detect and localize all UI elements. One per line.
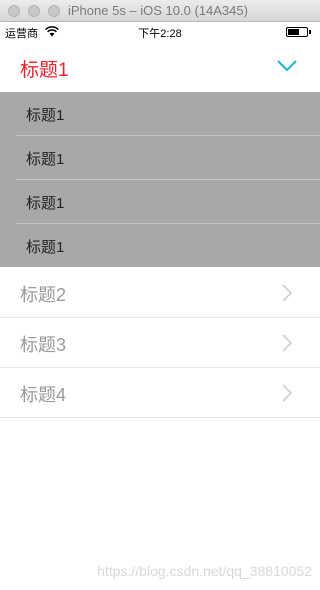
battery-icon [286,27,311,37]
zoom-window-button[interactable] [48,5,60,17]
divider [0,417,320,418]
close-window-button[interactable] [8,5,20,17]
watermark: https://blog.csdn.net/qq_38810052 [97,563,312,579]
section-row[interactable]: 标题4 [0,368,320,418]
minimize-window-button[interactable] [28,5,40,17]
chevron-right-icon [282,334,292,352]
section-row[interactable]: 标题3 [0,318,320,368]
section-header-expanded[interactable]: 标题1 [0,42,320,92]
submenu-item[interactable]: 标题1 [16,136,320,180]
submenu-item-label: 标题1 [26,107,65,124]
simulator-titlebar: iPhone 5s – iOS 10.0 (14A345) [0,0,320,22]
chevron-right-icon [282,284,292,302]
section-row-label: 标题3 [20,335,67,355]
submenu-item-label: 标题1 [26,239,65,256]
submenu-list: 标题1 标题1 标题1 标题1 [0,92,320,267]
status-time: 下午2:28 [138,28,182,40]
chevron-right-icon [282,384,292,402]
status-bar: 运营商 下午2:28 [0,22,320,42]
submenu-item[interactable]: 标题1 [16,180,320,224]
submenu-item-label: 标题1 [26,151,65,168]
section-row-label: 标题4 [20,385,67,405]
section-row[interactable]: 标题2 [0,268,320,318]
submenu-item[interactable]: 标题1 [16,224,320,267]
submenu-item[interactable]: 标题1 [16,92,320,136]
submenu-item-label: 标题1 [26,195,65,212]
section-row-label: 标题2 [20,285,67,305]
section-title: 标题1 [20,60,69,81]
chevron-down-icon[interactable] [276,59,298,73]
simulator-title: iPhone 5s – iOS 10.0 (14A345) [68,3,248,18]
